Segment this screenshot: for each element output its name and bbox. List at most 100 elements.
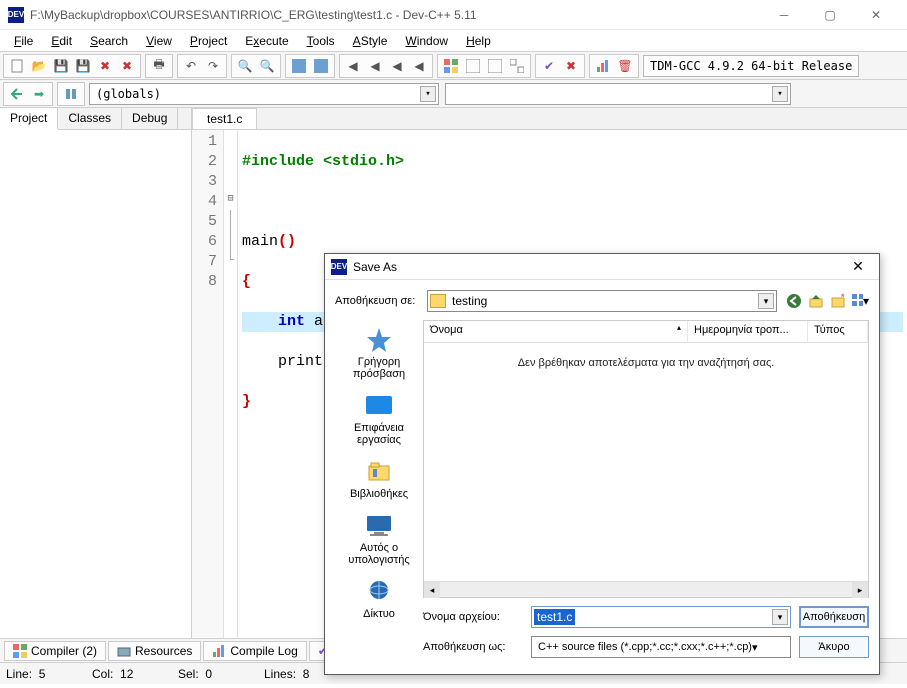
dialog-titlebar[interactable]: DEV Save As ✕	[325, 254, 879, 280]
compile-icon[interactable]	[289, 56, 309, 76]
window-maximize-button[interactable]: ▢	[807, 0, 853, 30]
compiler-select[interactable]: TDM-GCC 4.9.2 64-bit Release	[643, 55, 859, 77]
status-value: 5	[39, 667, 46, 681]
col-type[interactable]: Τύπος	[808, 321, 868, 342]
goto-fwd-icon[interactable]: ➡	[29, 84, 49, 104]
filetype-select[interactable]: C++ source files (*.cpp;*.cc;*.cxx;*.c++…	[531, 636, 791, 658]
place-libraries[interactable]: Βιβλιοθήκες	[350, 458, 408, 500]
menu-astyle[interactable]: AStyle	[345, 32, 396, 50]
chevron-down-icon[interactable]: ▾	[420, 86, 436, 102]
bottom-tab-compiler[interactable]: Compiler (2)	[4, 641, 106, 661]
debug2-icon[interactable]	[485, 56, 505, 76]
place-desktop[interactable]: Επιφάνεια εργασίας	[335, 392, 423, 446]
filename-input[interactable]: test1.c ▾	[531, 606, 791, 628]
code-token: main	[242, 233, 278, 250]
open-icon[interactable]: 📂	[29, 56, 49, 76]
bottom-tab-label: Compile Log	[230, 644, 297, 658]
undo-icon[interactable]: ↶	[181, 56, 201, 76]
globals-combo[interactable]: (globals) ▾	[89, 83, 439, 105]
tab-project[interactable]: Project	[0, 108, 58, 130]
resources-icon	[117, 644, 131, 658]
col-date[interactable]: Ημερομηνία τροπ...	[688, 321, 808, 342]
chevron-down-icon[interactable]: ▾	[772, 609, 788, 625]
place-quickaccess[interactable]: Γρήγορη πρόσβαση	[335, 326, 423, 380]
nav-newfolder-icon[interactable]: *	[829, 292, 847, 310]
find-icon[interactable]: 🔍	[235, 56, 255, 76]
col-name[interactable]: Όνομα ▴	[424, 321, 688, 342]
closeall-icon[interactable]: ✖	[117, 56, 137, 76]
close-file-icon[interactable]: ✖	[95, 56, 115, 76]
savein-combo[interactable]: testing ▾	[427, 290, 777, 312]
bottom-tab-compilelog[interactable]: Compile Log	[203, 641, 306, 661]
save-icon[interactable]: 💾	[51, 56, 71, 76]
code-token: }	[242, 393, 251, 410]
replace-icon[interactable]: 🔍	[257, 56, 277, 76]
debug3-icon[interactable]	[507, 56, 527, 76]
scroll-left-icon[interactable]: ◂	[424, 582, 440, 598]
menu-window[interactable]: Window	[397, 32, 456, 50]
member-combo[interactable]: ▾	[445, 83, 791, 105]
chevron-down-icon[interactable]: ▾	[752, 641, 758, 654]
bookmark-icon[interactable]	[61, 84, 81, 104]
check-icon[interactable]: ✔	[539, 56, 559, 76]
desktop-icon	[363, 392, 395, 420]
print-icon[interactable]: 🖶	[149, 56, 169, 76]
menu-execute[interactable]: Execute	[237, 32, 296, 50]
code-token: ()	[278, 233, 296, 250]
scroll-right-icon[interactable]: ▸	[852, 582, 868, 598]
save-button[interactable]: Αποθήκευση	[799, 606, 869, 628]
editor-tab-test1[interactable]: test1.c	[192, 108, 257, 129]
filename-value: test1.c	[534, 609, 575, 625]
bottom-tab-label: Compiler (2)	[31, 644, 97, 658]
place-network[interactable]: Δίκτυο	[363, 578, 395, 620]
window-minimize-button[interactable]: ─	[761, 0, 807, 30]
tab-classes[interactable]: Classes	[58, 108, 122, 129]
menu-tools[interactable]: Tools	[299, 32, 343, 50]
chevron-down-icon[interactable]: ▾	[772, 86, 788, 102]
file-listview[interactable]: Όνομα ▴ Ημερομηνία τροπ... Τύπος Δεν βρέ…	[423, 320, 869, 598]
chart-icon[interactable]	[593, 56, 613, 76]
cancel-button[interactable]: Άκυρο	[799, 636, 869, 658]
line-number: 3	[192, 172, 217, 192]
nav-up-icon[interactable]	[807, 292, 825, 310]
code-token: {	[242, 273, 251, 290]
status-value: 12	[120, 667, 133, 681]
app-icon: DEV	[8, 7, 24, 23]
svg-text:*: *	[841, 293, 845, 302]
trash-icon[interactable]: 🗑	[615, 56, 635, 76]
goto-back-icon[interactable]	[7, 84, 27, 104]
grid-icon[interactable]	[441, 56, 461, 76]
code-token: <stdio.h>	[323, 153, 404, 170]
list-hscrollbar[interactable]: ◂ ▸	[424, 581, 868, 597]
debug-next-icon[interactable]: ◀	[365, 56, 385, 76]
nav-viewmode-icon[interactable]: ▾	[851, 292, 869, 310]
menu-file[interactable]: File	[6, 32, 41, 50]
menu-project[interactable]: Project	[182, 32, 235, 50]
debug-into-icon[interactable]: ◀	[387, 56, 407, 76]
menu-edit[interactable]: Edit	[43, 32, 80, 50]
debug-stop-icon[interactable]: ◀	[409, 56, 429, 76]
debug-icon[interactable]	[463, 56, 483, 76]
debug-step-icon[interactable]: ◀	[343, 56, 363, 76]
new-file-icon[interactable]	[7, 56, 27, 76]
dialog-close-button[interactable]: ✕	[843, 256, 873, 278]
menu-view[interactable]: View	[138, 32, 180, 50]
libraries-icon	[363, 458, 395, 486]
chevron-down-icon[interactable]: ▾	[758, 293, 774, 309]
run-icon[interactable]	[311, 56, 331, 76]
redo-icon[interactable]: ↷	[203, 56, 223, 76]
status-label: Sel:	[178, 667, 199, 681]
place-label: Γρήγορη πρόσβαση	[335, 356, 423, 380]
place-thispc[interactable]: Αυτός ο υπολογιστής	[335, 512, 423, 566]
menu-search[interactable]: Search	[82, 32, 136, 50]
nav-back-icon[interactable]	[785, 292, 803, 310]
place-label: Δίκτυο	[363, 608, 395, 620]
menu-help[interactable]: Help	[458, 32, 499, 50]
line-number: 8	[192, 272, 217, 292]
bottom-tab-resources[interactable]: Resources	[108, 641, 201, 661]
fold-toggle-icon[interactable]: ⊟	[224, 190, 237, 210]
tab-debug[interactable]: Debug	[122, 108, 178, 129]
window-close-button[interactable]: ✕	[853, 0, 899, 30]
cancel2-icon[interactable]: ✖	[561, 56, 581, 76]
saveall-icon[interactable]: 💾	[73, 56, 93, 76]
